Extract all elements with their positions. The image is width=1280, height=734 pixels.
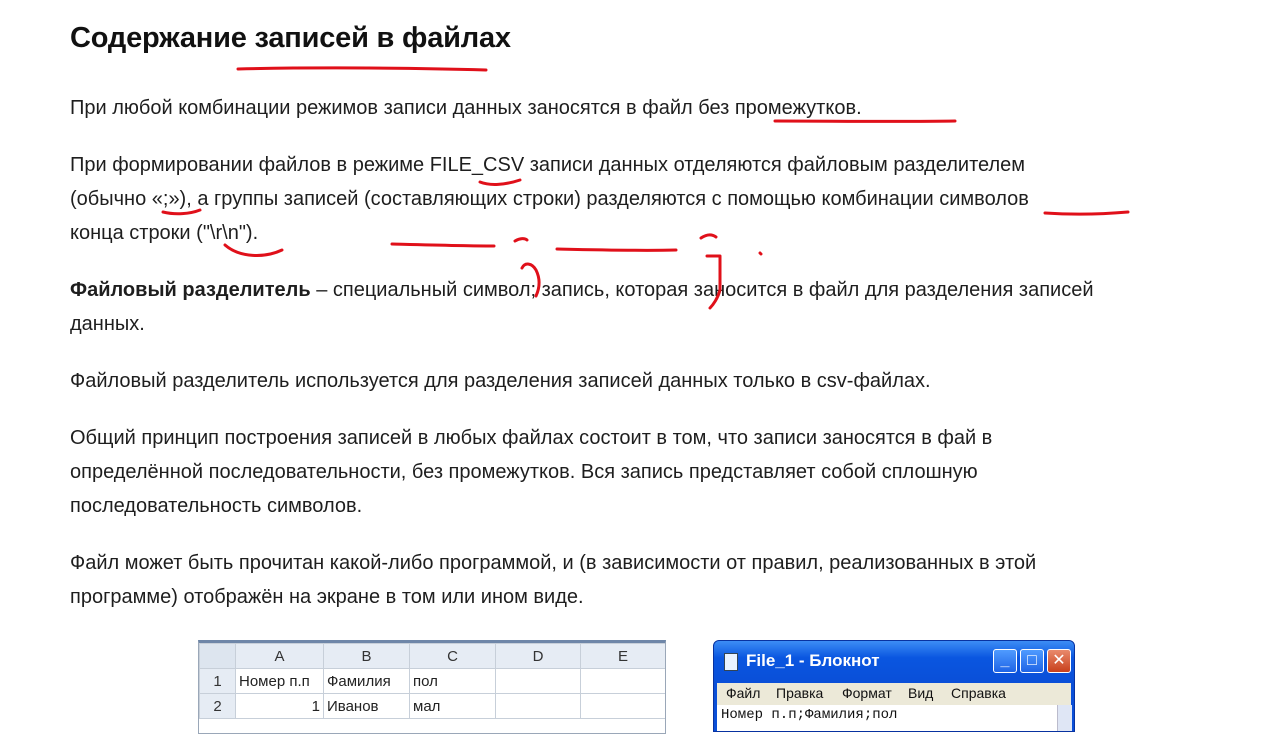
select-all-corner[interactable] — [200, 644, 236, 669]
row-header[interactable]: 2 — [200, 694, 236, 719]
paragraph-line: программе) отображён на экране в том или… — [70, 586, 584, 608]
paragraph-text: При любой комбинации режимов записи данн… — [70, 97, 862, 119]
menu-format[interactable]: Формат — [842, 685, 892, 701]
paragraph-line: последовательность символов. — [70, 495, 362, 517]
cell[interactable]: Иванов — [324, 694, 410, 719]
paragraph-line: Общий принцип построения записей в любых… — [70, 427, 992, 449]
cell[interactable]: Номер п.п — [236, 669, 324, 694]
paragraph-line: При формировании файлов в режиме FILE_CS… — [70, 154, 1025, 176]
dot-mark — [760, 253, 761, 254]
paragraph-line: Файл может быть прочитан какой-либо прог… — [70, 552, 1036, 574]
paragraph-general-principle: Общий принцип построения записей в любых… — [70, 421, 1220, 523]
cell[interactable] — [496, 669, 581, 694]
cell[interactable] — [581, 669, 666, 694]
column-header-row: A B C D E — [200, 644, 666, 669]
term-bold: Файловый разделитель — [70, 279, 311, 301]
table-row: 1 Номер п.п Фамилия пол — [200, 669, 666, 694]
window-title: File_1 - Блокнот — [746, 651, 880, 671]
cell[interactable] — [581, 694, 666, 719]
menu-file[interactable]: Файл — [726, 685, 760, 701]
spreadsheet-table: A B C D E 1 Номер п.п Фамилия пол 2 — [199, 643, 666, 719]
column-header[interactable]: B — [324, 644, 410, 669]
paragraph-line: конца строки ("\r\n"). — [70, 222, 258, 244]
window-titlebar[interactable]: File_1 - Блокнот _ □ ✕ — [714, 641, 1074, 683]
cell[interactable] — [496, 694, 581, 719]
minimize-button[interactable]: _ — [993, 649, 1017, 673]
menu-bar: Файл Правка Формат Вид Справка — [717, 683, 1071, 705]
menu-help[interactable]: Справка — [951, 685, 1006, 701]
maximize-button[interactable]: □ — [1020, 649, 1044, 673]
paragraph-file-separator-definition: Файловый разделитель – специальный симво… — [70, 273, 1220, 341]
row-header[interactable]: 1 — [200, 669, 236, 694]
paragraph-file-reading: Файл может быть прочитан какой-либо прог… — [70, 546, 1220, 614]
text-editor-area[interactable]: Номер п.п;Фамилия;пол — [717, 705, 1057, 732]
table-row: 2 1 Иванов мал — [200, 694, 666, 719]
cell[interactable]: мал — [410, 694, 496, 719]
notepad-window: File_1 - Блокнот _ □ ✕ Файл Правка Форма… — [713, 640, 1075, 732]
close-button[interactable]: ✕ — [1047, 649, 1071, 673]
paragraph-text: Файловый разделитель используется для ра… — [70, 370, 931, 392]
paragraph-line: данных. — [70, 313, 145, 335]
paragraph-line: определённой последовательности, без про… — [70, 461, 978, 483]
vertical-scrollbar[interactable] — [1057, 705, 1072, 732]
cell[interactable]: пол — [410, 669, 496, 694]
menu-edit[interactable]: Правка — [776, 685, 823, 701]
paragraph-file-csv: При формировании файлов в режиме FILE_CS… — [70, 148, 1220, 250]
paragraph-no-gaps: При любой комбинации режимов записи данн… — [70, 91, 1220, 125]
column-header[interactable]: A — [236, 644, 324, 669]
paragraph-line: (обычно «;»), а группы записей (составля… — [70, 188, 1029, 210]
column-header[interactable]: C — [410, 644, 496, 669]
paragraph-csv-usage: Файловый разделитель используется для ра… — [70, 364, 1220, 398]
definition-text: – специальный символ; запись, которая за… — [311, 279, 1094, 301]
slide: Содержание записей в файлах При любой ко… — [0, 0, 1280, 720]
cell[interactable]: 1 — [236, 694, 324, 719]
underline-title — [238, 68, 486, 70]
page-title: Содержание записей в файлах — [70, 22, 511, 55]
column-header[interactable]: E — [581, 644, 666, 669]
cell[interactable]: Фамилия — [324, 669, 410, 694]
notepad-icon — [724, 653, 738, 671]
column-header[interactable]: D — [496, 644, 581, 669]
menu-view[interactable]: Вид — [908, 685, 933, 701]
